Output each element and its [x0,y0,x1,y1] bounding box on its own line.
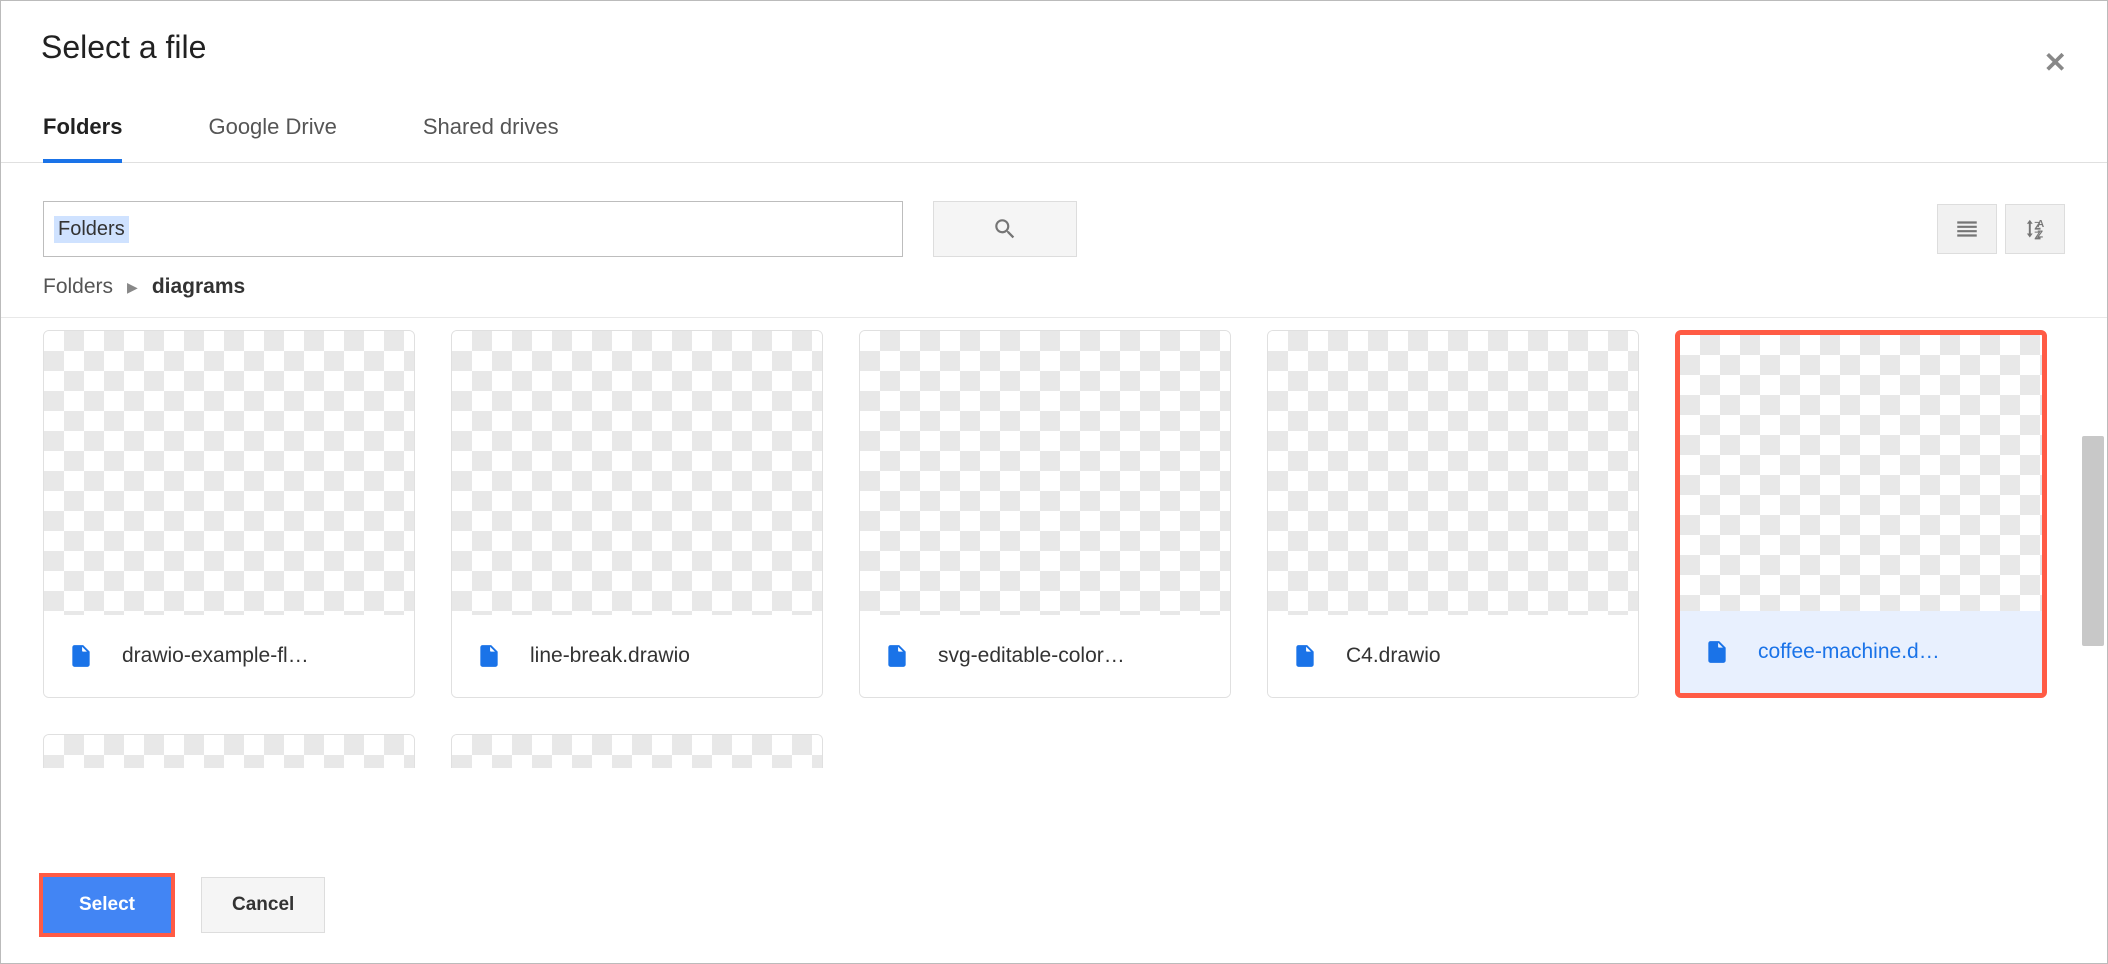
chevron-right-icon: ▶ [127,279,138,296]
cancel-button[interactable]: Cancel [201,877,325,933]
tabs-bar: Folders Google Drive Shared drives [1,66,2107,163]
svg-text:A: A [2037,219,2044,230]
search-input[interactable]: Folders [43,201,903,257]
list-icon [1954,216,1980,242]
tab-shared-drives[interactable]: Shared drives [423,114,559,162]
file-grid: drawio-example-fl… line-break.drawio svg… [1,318,2107,768]
bottom-bar: Select Cancel [1,855,2107,963]
file-thumbnail [44,735,414,768]
breadcrumb-current: diagrams [152,275,245,299]
dialog-title: Select a file [41,29,2067,66]
file-icon [476,640,502,672]
select-button[interactable]: Select [43,877,171,933]
file-card-selected[interactable]: coffee-machine.d… [1675,330,2047,698]
file-icon [884,640,910,672]
close-icon[interactable]: ✕ [2044,49,2067,77]
file-thumbnail [860,331,1230,615]
file-thumbnail [452,331,822,615]
search-button[interactable] [933,201,1077,257]
scrollbar[interactable] [2082,436,2104,646]
file-icon [1292,640,1318,672]
file-name: coffee-machine.d… [1758,640,1940,664]
list-view-button[interactable] [1937,204,1997,254]
tab-folders[interactable]: Folders [43,114,122,162]
search-icon [992,216,1018,242]
file-thumbnail [1680,335,2042,611]
file-name: drawio-example-fl… [122,644,309,668]
file-thumbnail [44,331,414,615]
file-thumbnail [452,735,822,768]
toolbar: Folders AZ [1,163,2107,275]
svg-text:Z: Z [2037,230,2043,241]
breadcrumb-root[interactable]: Folders [43,275,113,299]
breadcrumb: Folders ▶ diagrams [1,275,2107,318]
file-name: C4.drawio [1346,644,1441,668]
dialog-header: Select a file [1,1,2107,66]
file-icon [1704,636,1730,668]
file-thumbnail [1268,331,1638,615]
file-footer: line-break.drawio [452,615,822,697]
file-footer: drawio-example-fl… [44,615,414,697]
file-card[interactable]: C4.drawio [1267,330,1639,698]
search-value: Folders [54,216,129,243]
tab-google-drive[interactable]: Google Drive [208,114,336,162]
view-controls: AZ [1937,204,2065,254]
sort-az-icon: AZ [2022,216,2048,242]
file-card[interactable] [43,734,415,768]
file-footer: svg-editable-color… [860,615,1230,697]
file-footer: C4.drawio [1268,615,1638,697]
file-name: svg-editable-color… [938,644,1125,668]
file-card[interactable]: drawio-example-fl… [43,330,415,698]
sort-button[interactable]: AZ [2005,204,2065,254]
file-card[interactable]: line-break.drawio [451,330,823,698]
file-card[interactable] [451,734,823,768]
file-name: line-break.drawio [530,644,690,668]
file-icon [68,640,94,672]
file-footer: coffee-machine.d… [1680,611,2042,693]
file-card[interactable]: svg-editable-color… [859,330,1231,698]
